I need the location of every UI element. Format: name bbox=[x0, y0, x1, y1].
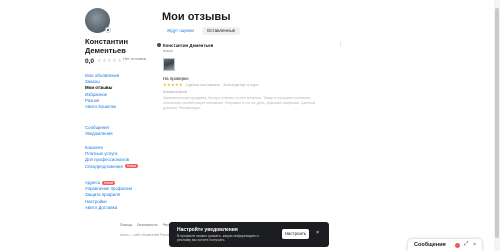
no-reviews-label: Нет отзывов bbox=[123, 56, 147, 61]
sidebar-item-wallet-avito[interactable]: Авито Кошелек bbox=[85, 104, 170, 110]
more-icon[interactable]: ⋮ bbox=[338, 42, 343, 48]
notification-title: Настройте уведомления bbox=[177, 227, 238, 233]
user-rating: 0,0 bbox=[85, 58, 95, 65]
rating-stars: ★★★★★ bbox=[97, 58, 123, 64]
expand-icon[interactable]: ⤢ bbox=[464, 241, 468, 248]
reviewer-name: Константин Дементьев bbox=[163, 43, 214, 48]
sidebar-item-delivery[interactable]: Авито Доставка bbox=[85, 205, 170, 211]
camera-icon[interactable] bbox=[105, 27, 111, 33]
sidebar-item-notifications[interactable]: Уведомления bbox=[85, 131, 170, 137]
unread-dot-icon bbox=[455, 242, 460, 248]
new-badge: Новое bbox=[102, 180, 116, 185]
sidebar-group-messages: Сообщения Уведомления bbox=[85, 125, 170, 137]
footer-link[interactable]: Безопасность bbox=[137, 223, 157, 227]
sidebar-group-main: Мои объявления Заказы Мои отзывы Избранн… bbox=[85, 73, 170, 110]
reviewer-avatar bbox=[157, 43, 161, 47]
review-date: вчера bbox=[163, 49, 173, 53]
notification-toast: Настройте уведомления В профиле можно ук… bbox=[169, 222, 329, 247]
messages-widget[interactable]: Сообщения ⤢ × bbox=[408, 239, 482, 251]
review-text: Замечательный продавец, быстро ответил н… bbox=[163, 96, 316, 110]
sidebar-item-label: Спецпредложения bbox=[85, 163, 123, 169]
sidebar-group-profile: Адреса Новое Управление профилем Защита п… bbox=[85, 180, 170, 211]
review-tabs: Ждут оценки Оставленные bbox=[162, 27, 241, 35]
footer-link[interactable]: Помощь bbox=[120, 223, 132, 227]
review-deal-info: Сделка состоялась · Конструктор «Lego» bbox=[186, 82, 259, 87]
scrollbar-thumb[interactable] bbox=[495, 8, 499, 238]
sidebar-item-special-offers[interactable]: Спецпредложения Новое bbox=[85, 164, 170, 170]
review-status: На проверке bbox=[163, 76, 189, 81]
tab-awaiting-review[interactable]: Ждут оценки bbox=[162, 27, 199, 35]
close-icon[interactable]: × bbox=[316, 230, 319, 236]
close-icon[interactable]: × bbox=[473, 242, 476, 248]
sidebar-group-services: Кошелек Платные услуги Для профессионало… bbox=[85, 145, 170, 170]
sidebar-item-label: Адреса bbox=[85, 180, 101, 185]
tab-left-reviews[interactable]: Оставленные bbox=[201, 27, 241, 35]
review-item-photo[interactable] bbox=[163, 58, 175, 71]
configure-button[interactable]: Настроить bbox=[282, 229, 309, 239]
user-name: Константин Дементьев bbox=[85, 37, 129, 55]
comment-label: Комментарий bbox=[163, 90, 187, 94]
page-title: Мои отзывы bbox=[162, 11, 231, 23]
messages-label: Сообщения bbox=[414, 242, 446, 248]
new-badge: Новое bbox=[124, 164, 139, 169]
notification-text: В профиле можно указать, какую информаци… bbox=[177, 234, 259, 243]
review-stars: ★★★★★ bbox=[163, 82, 183, 87]
